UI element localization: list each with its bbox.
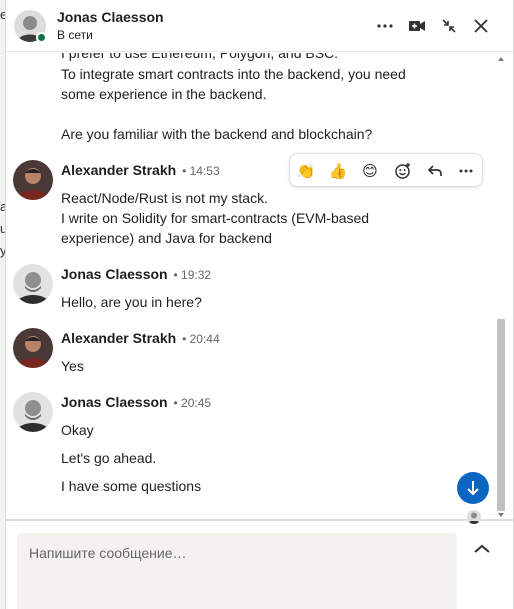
expand-composer-button[interactable] [470, 537, 494, 561]
message-line: Are you familiar with the backend and bl… [61, 126, 373, 142]
close-button[interactable] [469, 14, 493, 38]
message-line: experience) and Java for backend [61, 230, 272, 246]
scrollbar[interactable] [497, 53, 505, 519]
presence-status: В сети [57, 28, 93, 42]
chat-header: Jonas Claesson В сети [6, 0, 513, 52]
message-sender[interactable]: Alexander Strakh • 14:53 [61, 162, 220, 178]
scroll-down-arrow-icon[interactable] [497, 511, 505, 519]
message-line: I have some questions [61, 478, 202, 494]
message-list[interactable]: I prefer to use Ethereum, Polygon, and B… [6, 53, 513, 519]
arrow-down-icon [467, 481, 479, 496]
reaction-smile-button[interactable]: 😊 [358, 159, 382, 183]
message-line: Okay [61, 422, 94, 438]
sender-name[interactable]: Jonas Claesson [61, 394, 168, 410]
avatar[interactable] [13, 264, 53, 304]
online-status-dot [36, 32, 47, 43]
video-call-button[interactable] [405, 14, 429, 38]
message-line: Yes [61, 358, 84, 374]
message-sender[interactable]: Jonas Claesson • 19:32 [61, 266, 211, 282]
avatar[interactable] [13, 160, 53, 200]
message-line: I write on Solidity for smart-contracts … [61, 210, 370, 226]
sender-name[interactable]: Alexander Strakh [61, 330, 176, 346]
video-call-icon [409, 21, 425, 31]
message-timestamp: • 14:53 [182, 164, 220, 178]
scroll-up-icon[interactable] [497, 55, 505, 63]
message-line: Hello, are you in here? [61, 294, 202, 310]
conversation-title[interactable]: Jonas Claesson [57, 9, 164, 25]
message-line: Let's go ahead. [61, 450, 157, 466]
reply-button[interactable] [423, 159, 447, 183]
chat-window: Jonas Claesson В сети I prefer to use Et… [5, 0, 514, 609]
message-more-button[interactable] [454, 159, 478, 183]
message-input[interactable] [17, 533, 457, 573]
message-timestamp: • 19:32 [173, 268, 212, 282]
reaction-clap-button[interactable]: 👏 [294, 159, 318, 183]
message-line: some experience in the backend. [61, 86, 267, 102]
more-icon [377, 24, 393, 28]
reaction-thumbs-up-button[interactable]: 👍 [326, 159, 350, 183]
message-line: React/Node/Rust is not my stack. [61, 190, 268, 206]
sender-name[interactable]: Alexander Strakh [61, 162, 176, 178]
scrollbar-thumb[interactable] [497, 319, 505, 511]
avatar[interactable] [13, 328, 53, 368]
jump-to-latest-button[interactable] [457, 472, 489, 504]
minimize-icon [442, 19, 456, 33]
message-sender[interactable]: Alexander Strakh • 20:44 [61, 330, 220, 346]
message-line: I prefer to use Ethereum, Polygon, and B… [61, 53, 339, 61]
message-timestamp: • 20:45 [173, 396, 212, 410]
add-reaction-button[interactable] [391, 159, 415, 183]
reply-icon [427, 165, 442, 176]
close-icon [474, 19, 488, 33]
message-timestamp: • 20:44 [182, 332, 220, 346]
more-options-button[interactable] [373, 14, 397, 38]
composer-box[interactable] [17, 533, 457, 609]
composer-divider [6, 519, 513, 521]
add-reaction-icon [395, 163, 410, 179]
avatar[interactable] [13, 392, 53, 432]
more-icon [459, 169, 473, 173]
read-receipt-avatar [467, 510, 481, 524]
sender-name[interactable]: Jonas Claesson [61, 266, 168, 282]
reaction-toolbar: 👏 👍 😊 [289, 153, 483, 187]
chevron-up-icon [474, 544, 490, 553]
message-line: To integrate smart contracts into the ba… [61, 66, 406, 82]
message-sender[interactable]: Jonas Claesson • 20:45 [61, 394, 211, 410]
minimize-button[interactable] [437, 14, 461, 38]
